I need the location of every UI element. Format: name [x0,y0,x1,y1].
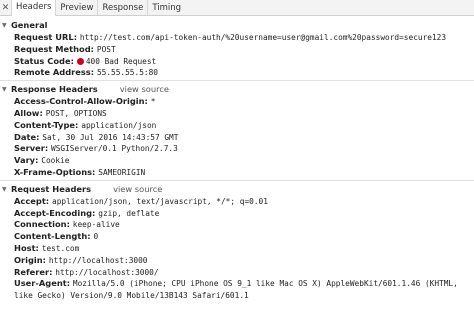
row-key: Accept-Encoding: [14,207,99,218]
row-key: Referer: [14,266,56,277]
row-key: Server: [14,143,52,154]
tab-timing[interactable]: Timing [148,0,185,16]
view-source-link[interactable]: view source [113,183,162,196]
row-value: Sat, 30 Jul 2016 14:43:57 GMT [42,132,179,142]
row-value: application/json [81,120,157,130]
row-key: User-Agent: [14,278,73,289]
response-header-row: Vary: Cookie [0,155,474,167]
triangle-down-icon[interactable]: ▼ [2,83,11,96]
general-row-status-code: Status Code: 400 Bad Request [0,56,474,68]
tab-response[interactable]: Response [98,0,149,16]
row-value: 55.55.55.5:80 [96,68,158,78]
row-value: Mozilla/5.0 (iPhone; CPU iPhone OS 9_1 l… [14,279,458,301]
request-header-row: Referer: http://localhost:3000/ [0,267,474,279]
row-value: 0 [93,232,99,242]
triangle-down-icon[interactable]: ▼ [2,183,11,196]
row-value: POST [96,44,116,54]
row-value: application/json, text/javascript, */*; … [52,196,268,206]
row-key: Status Code: [14,55,77,66]
row-key: Remote Address: [14,67,97,78]
row-key: Origin: [14,254,49,265]
row-value: * [150,97,156,107]
status-error-icon [76,57,84,65]
row-value: gzip, deflate [98,208,160,218]
triangle-down-icon[interactable]: ▼ [2,19,11,32]
response-header-row: Server: WSGIServer/0.1 Python/2.7.3 [0,143,474,155]
response-header-row: Access-Control-Allow-Origin: * [0,96,474,108]
row-value: WSGIServer/0.1 Python/2.7.3 [51,144,178,154]
row-value: http://localhost:3000/ [55,267,159,277]
row-value: Cookie [41,156,70,166]
headers-panel: ▼ General Request URL: http://test.com/a… [0,17,474,302]
row-key: Date: [14,131,43,142]
general-title: General [11,20,48,30]
row-key: Content-Length: [14,231,94,242]
row-value: SAMEORIGIN [98,167,146,177]
general-row-request-method: Request Method: POST [0,44,474,56]
request-header-row: Host: test.com [0,243,474,255]
response-header-row: Allow: POST, OPTIONS [0,108,474,120]
response-header-row: Content-Type: application/json [0,120,474,132]
row-key: Request URL: [14,32,80,42]
row-key: X-Frame-Options: [14,166,99,177]
row-value: POST, OPTIONS [45,108,107,118]
tab-preview[interactable]: Preview [56,0,99,16]
row-key: Allow: [14,107,46,118]
row-key: Request Method: [14,43,97,54]
general-row-request-url: Request URL: http://test.com/api-token-a… [0,32,474,44]
section-divider [0,80,474,82]
row-key: Access-Control-Allow-Origin: [14,96,151,107]
row-value: test.com [41,243,80,253]
row-value: http://test.com/api-token-auth/%20userna… [79,33,447,42]
row-key: Connection: [14,219,73,230]
request-header-row: Origin: http://localhost:3000 [0,255,474,267]
request-header-row: Content-Length: 0 [0,231,474,243]
general-row-remote-address: Remote Address: 55.55.55.5:80 [0,67,474,79]
row-key: Accept: [14,195,52,206]
devtools-tab-bar: ✕ Headers Preview Response Timing [0,0,474,16]
row-key: Host: [14,242,42,253]
tab-headers[interactable]: Headers [11,0,57,16]
row-value: 400 Bad Request [85,56,157,66]
general-section-header[interactable]: ▼ General [0,19,474,32]
request-headers-section-header[interactable]: ▼ Request Headers view source [0,183,474,196]
close-icon[interactable]: ✕ [0,0,11,16]
response-headers-section-header[interactable]: ▼ Response Headers view source [0,83,474,96]
row-value: http://localhost:3000 [48,255,148,265]
view-source-link[interactable]: view source [120,83,169,96]
request-header-row-user-agent: User-Agent: Mozilla/5.0 (iPhone; CPU iPh… [0,278,474,302]
request-header-row: Connection: keep-alive [0,219,474,231]
row-value: keep-alive [72,220,120,230]
request-header-row: Accept-Encoding: gzip, deflate [0,208,474,220]
request-header-row: Accept: application/json, text/javascrip… [0,196,474,208]
response-header-row: Date: Sat, 30 Jul 2016 14:43:57 GMT [0,132,474,144]
section-divider [0,179,474,181]
response-headers-title: Response Headers [11,84,98,95]
request-headers-title: Request Headers [11,183,92,194]
row-key: Content-Type: [14,119,82,130]
row-key: Vary: [14,155,42,166]
response-header-row: X-Frame-Options: SAMEORIGIN [0,167,474,179]
